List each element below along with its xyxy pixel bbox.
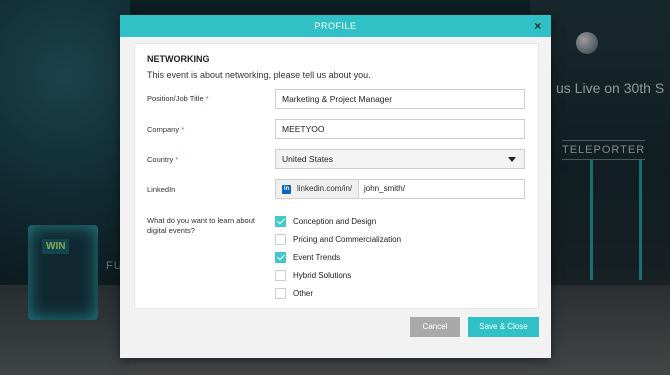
- option-label: Event Trends: [293, 253, 341, 262]
- save-close-button[interactable]: Save & Close: [468, 317, 539, 337]
- required-marker: *: [181, 125, 185, 134]
- company-label: Company *: [147, 125, 184, 134]
- position-input[interactable]: Marketing & Project Manager: [275, 89, 525, 109]
- modal-title: PROFILE: [314, 21, 357, 31]
- checkbox[interactable]: [275, 216, 286, 227]
- option-label: Conception and Design: [293, 217, 377, 226]
- modal-header: PROFILE ×: [120, 15, 551, 37]
- linkedin-icon: in: [282, 185, 291, 194]
- close-icon[interactable]: ×: [531, 15, 545, 37]
- checkbox[interactable]: [275, 234, 286, 245]
- company-label-text: Company: [147, 125, 180, 134]
- cancel-button[interactable]: Cancel: [410, 317, 460, 337]
- required-marker: *: [205, 94, 209, 103]
- profile-modal: PROFILE × NETWORKING This event is about…: [120, 15, 551, 358]
- chevron-down-icon: [508, 157, 516, 162]
- country-label: Country *: [147, 155, 178, 164]
- linkedin-input[interactable]: john_smith/: [364, 180, 405, 198]
- linkedin-prefix-text: linkedin.com/in/: [297, 184, 353, 193]
- networking-form: NETWORKING This event is about networkin…: [134, 43, 539, 309]
- position-label-text: Position/Job Title: [147, 94, 204, 103]
- checkbox[interactable]: [275, 252, 286, 263]
- required-marker: *: [175, 155, 179, 164]
- learn-label: What do you want to learn about digital …: [147, 216, 255, 235]
- country-select[interactable]: United States: [275, 149, 525, 169]
- linkedin-prefix: in linkedin.com/in/: [276, 180, 359, 198]
- country-label-text: Country: [147, 155, 174, 164]
- linkedin-field[interactable]: in linkedin.com/in/ john_smith/: [275, 179, 525, 199]
- intro-text: This event is about networking, please t…: [147, 70, 371, 80]
- country-select-value: United States: [282, 154, 334, 164]
- checkbox[interactable]: [275, 288, 286, 299]
- section-title: NETWORKING: [147, 54, 210, 64]
- option-label: Pricing and Commercialization: [293, 235, 402, 244]
- linkedin-label: LinkedIn: [147, 185, 176, 194]
- option-label: Other: [293, 289, 314, 298]
- position-label: Position/Job Title *: [147, 94, 209, 103]
- checkbox[interactable]: [275, 270, 286, 281]
- company-input[interactable]: MEETYOO: [275, 119, 525, 139]
- option-label: Hybrid Solutions: [293, 271, 352, 280]
